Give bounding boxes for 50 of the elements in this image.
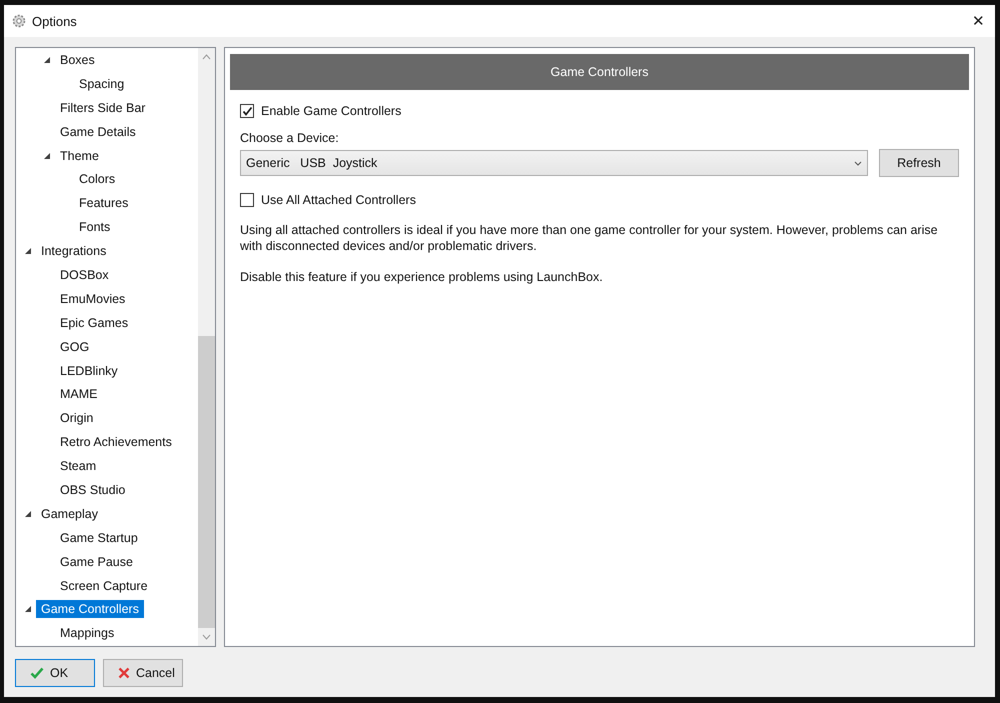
checkbox-label: Enable Game Controllers xyxy=(261,104,402,118)
tree-item[interactable]: Origin xyxy=(55,409,98,428)
description-text: Using all attached controllers is ideal if you have more than one game controller for your system. However, problems can arise with disconnected devices and/or problematic drivers. xyxy=(240,222,939,254)
tree-item[interactable]: Game Pause xyxy=(55,552,138,571)
tree-item[interactable]: MAME xyxy=(55,385,102,404)
expanded-arrow-icon[interactable] xyxy=(24,247,32,256)
tree-item[interactable]: Integrations xyxy=(36,242,112,260)
caret-icon xyxy=(854,160,862,166)
checkbox[interactable] xyxy=(240,104,254,118)
description-text: Disable this feature if you experience problems using LaunchBox. xyxy=(240,269,604,285)
tree-item[interactable]: Retro Achievements xyxy=(55,433,177,452)
tree-item[interactable]: EmuMovies xyxy=(55,290,130,308)
tree-item[interactable]: GOG xyxy=(55,338,94,356)
scrollbar-thumb[interactable] xyxy=(198,336,215,628)
tree-item[interactable]: Colors xyxy=(74,170,120,188)
vertical-scrollbar[interactable] xyxy=(198,48,215,646)
panel-header: Game Controllers xyxy=(230,54,969,90)
tree-item[interactable]: Mappings xyxy=(55,624,120,642)
tree-item[interactable]: Screen Capture xyxy=(55,576,153,595)
tree-item[interactable]: Gameplay xyxy=(36,504,103,523)
gear-icon xyxy=(12,14,26,28)
ok-button[interactable]: OK xyxy=(15,659,95,687)
tree-item[interactable]: Epic Games xyxy=(55,314,134,332)
tree-item[interactable]: Theme xyxy=(55,146,104,164)
tree-item[interactable]: Features xyxy=(74,194,134,212)
checkbox[interactable] xyxy=(240,193,254,207)
device-dropdown[interactable]: Generic USB Joystick xyxy=(240,150,868,176)
tree-item[interactable]: Spacing xyxy=(74,74,130,93)
tree-item[interactable]: Fonts xyxy=(74,218,116,236)
refresh-button[interactable]: Refresh xyxy=(879,149,959,177)
checkbox-label: Use All Attached Controllers xyxy=(261,193,416,207)
tree-item[interactable]: LEDBlinky xyxy=(55,362,123,380)
tree-item[interactable]: Game Controllers xyxy=(36,600,144,618)
tree-item[interactable]: DOSBox xyxy=(55,266,114,284)
device-label: Choose a Device: xyxy=(240,131,340,145)
expanded-arrow-icon[interactable] xyxy=(24,510,32,518)
close-button[interactable]: ✕ xyxy=(972,12,985,30)
tree-item[interactable]: Game Startup xyxy=(55,528,143,547)
expanded-arrow-icon[interactable] xyxy=(43,152,51,160)
cancel-button[interactable]: Cancel xyxy=(103,659,183,687)
expanded-arrow-icon[interactable] xyxy=(24,605,32,614)
tree-item[interactable]: Game Details xyxy=(55,122,141,141)
window-title: Options xyxy=(32,14,78,28)
tree-item[interactable]: Steam xyxy=(55,457,102,476)
tree-item[interactable]: Filters Side Bar xyxy=(55,98,150,117)
tree-item[interactable]: Boxes xyxy=(55,50,100,69)
checkmark-icon xyxy=(30,667,44,679)
expanded-arrow-icon[interactable] xyxy=(43,56,51,64)
cross-icon xyxy=(118,667,130,679)
tree-item[interactable]: OBS Studio xyxy=(55,480,130,499)
